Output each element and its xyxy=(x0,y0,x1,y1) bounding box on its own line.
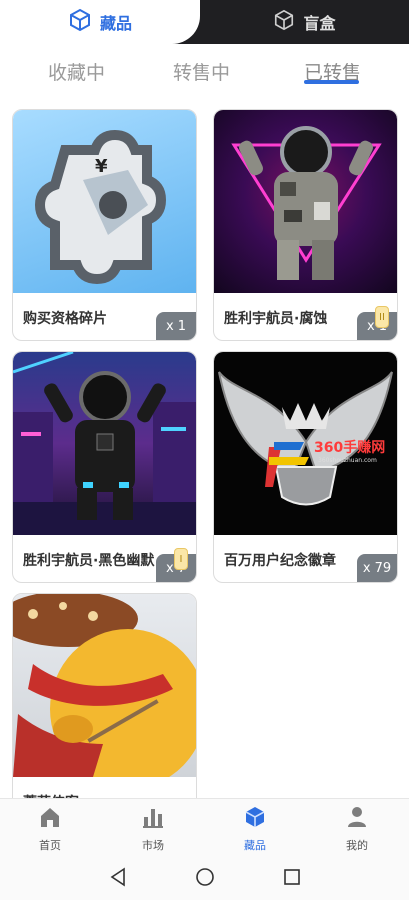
tab-blind-box-label: 盲盒 xyxy=(303,14,336,33)
nav-market-label: 市场 xyxy=(142,839,164,852)
card-title: 胜利宇航员·腐蚀 xyxy=(224,311,328,327)
watermark-brand: 360手赚网 xyxy=(314,439,385,456)
card-image xyxy=(13,594,196,777)
active-tab-indicator xyxy=(304,80,359,84)
nav-profile-label: 我的 xyxy=(346,839,368,852)
subtab-collecting[interactable]: 收藏中 xyxy=(48,58,105,85)
tab-blind-box[interactable]: 盲盒 xyxy=(200,0,409,44)
market-chart-icon xyxy=(141,805,165,833)
nav-profile[interactable]: 我的 xyxy=(322,805,392,853)
bottom-nav: 首页 市场 藏品 我的 xyxy=(0,798,409,856)
card-title: 购买资格碎片 xyxy=(23,311,107,327)
edition-badge: II xyxy=(375,306,389,328)
tab-collection-label: 藏品 xyxy=(99,14,132,33)
card-title: 胜利宇航员·黑色幽默 xyxy=(23,553,155,569)
card-title: 百万用户纪念徽章 xyxy=(224,553,336,569)
collection-cube-icon xyxy=(243,805,267,833)
edition-badge: I xyxy=(174,548,188,570)
cube-icon xyxy=(68,8,92,36)
svg-text:¥: ¥ xyxy=(95,156,108,177)
collection-card[interactable]: ¥ x 1 购买资格碎片 xyxy=(12,109,197,341)
nav-collection-label: 藏品 xyxy=(244,839,266,852)
home-circle-icon[interactable] xyxy=(194,866,216,892)
collection-card[interactable]: 360手赚网 360shouzhuan.com x 79 百万用户纪念徽章 xyxy=(213,351,398,583)
nav-home-label: 首页 xyxy=(39,839,61,852)
subtabs: 收藏中 转售中 已转售 xyxy=(0,48,409,96)
quantity-badge: x 1 xyxy=(156,312,196,340)
box-icon xyxy=(273,9,295,35)
card-image xyxy=(13,352,196,535)
home-icon xyxy=(38,805,62,833)
top-switch: 藏品 盲盒 xyxy=(0,0,409,44)
nav-market[interactable]: 市场 xyxy=(118,805,188,853)
collection-page: 藏品 盲盒 收藏中 转售中 已转售 ¥ x 1 购买资格碎片 x 胜利宇航员·腐… xyxy=(0,0,409,900)
watermark-url: 360shouzhuan.com xyxy=(318,457,377,464)
system-nav-bar xyxy=(0,856,409,900)
collection-card[interactable]: x 7 胜利宇航员·黑色幽默 I xyxy=(12,351,197,583)
tab-collection[interactable]: 藏品 xyxy=(0,0,200,44)
profile-icon xyxy=(345,805,369,833)
card-image: ¥ xyxy=(13,110,196,293)
subtab-reselling[interactable]: 转售中 xyxy=(173,58,230,85)
quantity-badge: x 79 xyxy=(357,554,397,582)
back-icon[interactable] xyxy=(108,866,128,892)
card-image xyxy=(214,110,397,293)
collection-card[interactable]: x 1 胜利宇航员·腐蚀 II xyxy=(213,109,398,341)
recents-square-icon[interactable] xyxy=(282,866,302,892)
nav-home[interactable]: 首页 xyxy=(15,805,85,853)
card-image: 360手赚网 360shouzhuan.com xyxy=(214,352,397,535)
nav-collection[interactable]: 藏品 xyxy=(220,805,290,853)
